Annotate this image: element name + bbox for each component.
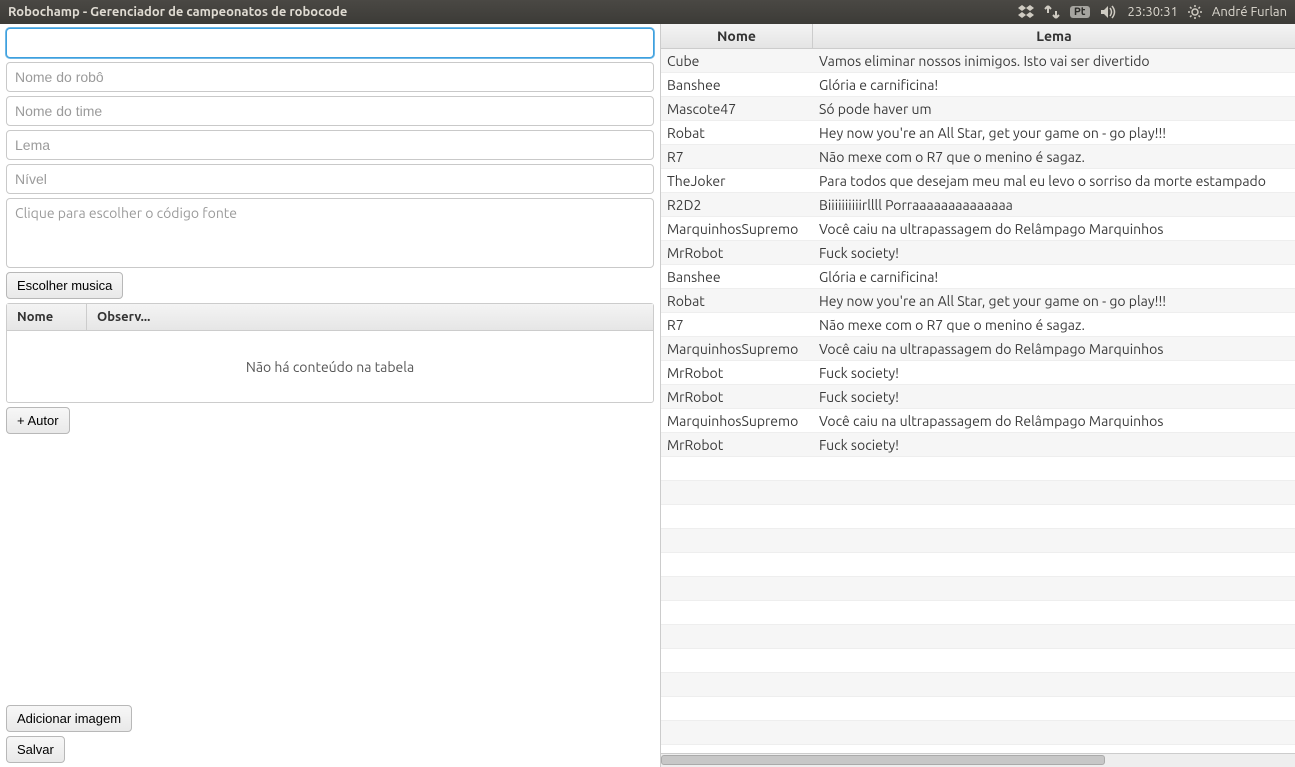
volume-icon[interactable]	[1100, 5, 1118, 19]
cell-nome: Cube	[661, 51, 813, 71]
authors-col-name[interactable]: Nome	[7, 304, 87, 330]
table-row[interactable]: R7Não mexe com o R7 que o menino é sagaz…	[661, 313, 1295, 337]
table-row[interactable]: MarquinhosSupremoVocê caiu na ultrapassa…	[661, 337, 1295, 361]
table-row[interactable]: MarquinhosSupremoVocê caiu na ultrapassa…	[661, 409, 1295, 433]
table-row-empty	[661, 457, 1295, 481]
clock[interactable]: 23:30:31	[1128, 5, 1178, 19]
cell-lema: Você caiu na ultrapassagem do Relâmpago …	[813, 339, 1295, 359]
cell-nome: MrRobot	[661, 435, 813, 455]
cell-lema: Hey now you're an All Star, get your gam…	[813, 291, 1295, 311]
table-row-empty	[661, 505, 1295, 529]
table-row[interactable]: RobatHey now you're an All Star, get you…	[661, 289, 1295, 313]
cell-lema: Biiiiiiiiiirllll Porraaaaaaaaaaaaaa	[813, 195, 1295, 215]
cell-nome: R7	[661, 315, 813, 335]
robot-name-input[interactable]	[6, 62, 654, 92]
table-row[interactable]: R2D2Biiiiiiiiiirllll Porraaaaaaaaaaaaaa	[661, 193, 1295, 217]
cell-nome: Robat	[661, 291, 813, 311]
app-body: Escolher musica Nome Observ... Não há co…	[0, 24, 1295, 767]
window-title: Robochamp - Gerenciador de campeonatos d…	[8, 5, 347, 19]
table-row-empty	[661, 649, 1295, 673]
cell-nome: MrRobot	[661, 363, 813, 383]
cell-lema: Só pode haver um	[813, 99, 1295, 119]
choose-music-button[interactable]: Escolher musica	[6, 272, 123, 299]
table-row-empty	[661, 577, 1295, 601]
cell-nome: MrRobot	[661, 387, 813, 407]
table-row-empty	[661, 481, 1295, 505]
table-row-empty	[661, 553, 1295, 577]
cell-nome: R2D2	[661, 195, 813, 215]
table-row[interactable]: MrRobotFuck society!	[661, 361, 1295, 385]
robots-col-name[interactable]: Nome	[661, 24, 813, 48]
add-image-button[interactable]: Adicionar imagem	[6, 705, 132, 732]
table-row[interactable]: BansheeGlória e carnificina!	[661, 73, 1295, 97]
save-button[interactable]: Salvar	[6, 736, 65, 763]
cell-nome: Banshee	[661, 75, 813, 95]
authors-table-empty-msg: Não há conteúdo na tabela	[7, 331, 653, 402]
cell-nome: Mascote47	[661, 99, 813, 119]
dropbox-icon[interactable]	[1018, 5, 1034, 19]
robots-table-head: Nome Lema	[661, 24, 1295, 49]
table-row-empty	[661, 529, 1295, 553]
cell-lema: Glória e carnificina!	[813, 75, 1295, 95]
table-row[interactable]: RobatHey now you're an All Star, get you…	[661, 121, 1295, 145]
table-row[interactable]: MrRobotFuck society!	[661, 241, 1295, 265]
table-row[interactable]: CubeVamos eliminar nossos inimigos. Isto…	[661, 49, 1295, 73]
cell-lema: Glória e carnificina!	[813, 267, 1295, 287]
network-icon[interactable]	[1044, 5, 1060, 19]
table-row-empty	[661, 601, 1295, 625]
cell-lema: Você caiu na ultrapassagem do Relâmpago …	[813, 219, 1295, 239]
table-row-empty	[661, 721, 1295, 745]
cell-lema: Fuck society!	[813, 243, 1295, 263]
keyboard-layout-badge[interactable]: Pt	[1070, 6, 1090, 18]
form-panel: Escolher musica Nome Observ... Não há co…	[0, 24, 660, 767]
system-menubar: Robochamp - Gerenciador de campeonatos d…	[0, 0, 1295, 24]
user-name[interactable]: André Furlan	[1212, 5, 1287, 19]
cell-lema: Fuck society!	[813, 387, 1295, 407]
table-row-empty	[661, 625, 1295, 649]
table-row-empty	[661, 673, 1295, 697]
table-row[interactable]: Mascote47Só pode haver um	[661, 97, 1295, 121]
cell-lema: Vamos eliminar nossos inimigos. Isto vai…	[813, 51, 1295, 71]
gear-icon[interactable]	[1188, 5, 1202, 19]
lema-input[interactable]	[6, 130, 654, 160]
add-author-button[interactable]: + Autor	[6, 407, 70, 434]
robots-horizontal-scrollbar[interactable]	[661, 753, 1295, 767]
authors-table-head: Nome Observ...	[7, 304, 653, 331]
cell-nome: TheJoker	[661, 171, 813, 191]
table-row[interactable]: TheJokerPara todos que desejam meu mal e…	[661, 169, 1295, 193]
cell-lema: Não mexe com o R7 que o menino é sagaz.	[813, 147, 1295, 167]
team-name-input[interactable]	[6, 96, 654, 126]
nivel-input[interactable]	[6, 164, 654, 194]
table-row-empty	[661, 697, 1295, 721]
robots-table[interactable]: Nome Lema CubeVamos eliminar nossos inim…	[661, 24, 1295, 753]
cell-nome: MarquinhosSupremo	[661, 219, 813, 239]
table-row[interactable]: BansheeGlória e carnificina!	[661, 265, 1295, 289]
code-source-input[interactable]	[6, 198, 654, 268]
cell-lema: Hey now you're an All Star, get your gam…	[813, 123, 1295, 143]
image-placeholder-area	[6, 438, 654, 701]
table-row[interactable]: MarquinhosSupremoVocê caiu na ultrapassa…	[661, 217, 1295, 241]
cell-lema: Para todos que desejam meu mal eu levo o…	[813, 171, 1295, 191]
cell-nome: Robat	[661, 123, 813, 143]
cell-nome: MrRobot	[661, 243, 813, 263]
cell-lema: Fuck society!	[813, 363, 1295, 383]
cell-lema: Não mexe com o R7 que o menino é sagaz.	[813, 315, 1295, 335]
table-row[interactable]: R7Não mexe com o R7 que o menino é sagaz…	[661, 145, 1295, 169]
cell-nome: R7	[661, 147, 813, 167]
table-row[interactable]: MrRobotFuck society!	[661, 385, 1295, 409]
cell-lema: Fuck society!	[813, 435, 1295, 455]
field-0-input[interactable]	[6, 28, 654, 58]
scrollbar-thumb[interactable]	[661, 755, 1105, 765]
system-tray: Pt 23:30:31 André Furlan	[1018, 5, 1287, 19]
authors-table: Nome Observ... Não há conteúdo na tabela	[6, 303, 654, 403]
cell-lema: Você caiu na ultrapassagem do Relâmpago …	[813, 411, 1295, 431]
cell-nome: Banshee	[661, 267, 813, 287]
authors-col-obs[interactable]: Observ...	[87, 304, 653, 330]
cell-nome: MarquinhosSupremo	[661, 411, 813, 431]
table-row[interactable]: MrRobotFuck society!	[661, 433, 1295, 457]
robots-col-lema[interactable]: Lema	[813, 24, 1295, 48]
robots-list-panel: Nome Lema CubeVamos eliminar nossos inim…	[660, 24, 1295, 767]
cell-nome: MarquinhosSupremo	[661, 339, 813, 359]
